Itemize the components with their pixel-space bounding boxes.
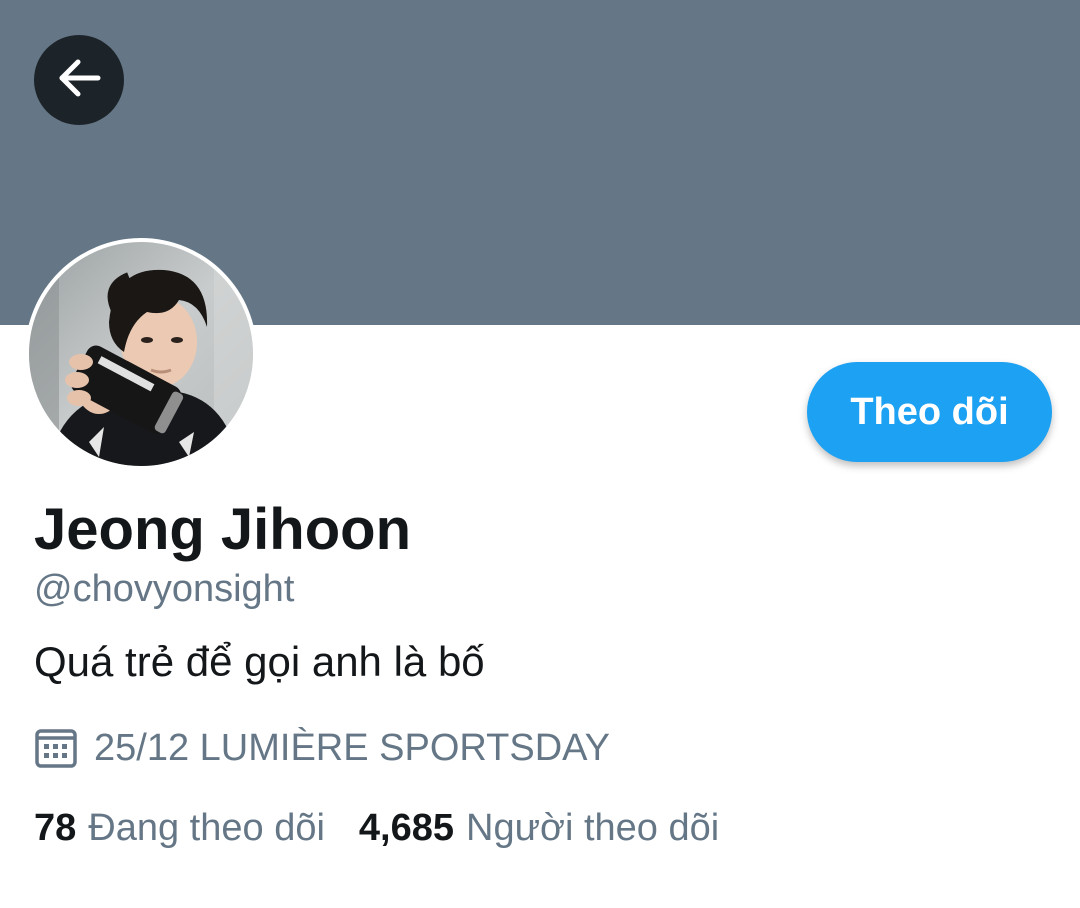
followers-label: Người theo dõi	[466, 807, 720, 849]
follow-stats: 78 Đang theo dõi 4,685 Người theo dõi	[34, 807, 719, 850]
calendar-icon	[34, 726, 80, 770]
followers-count: 4,685	[358, 807, 455, 849]
following-count: 78	[34, 807, 77, 849]
follow-button[interactable]: Theo dõi	[807, 362, 1052, 462]
avatar[interactable]	[29, 242, 253, 466]
profile-meta-text: 25/12 LUMIÈRE SPORTSDAY	[94, 726, 611, 769]
followers-stat[interactable]: 4,685 Người theo dõi	[359, 807, 719, 850]
user-handle: @chovyonsight	[34, 568, 295, 610]
back-button[interactable]	[34, 35, 124, 125]
following-label: Đang theo dõi	[88, 807, 325, 849]
avatar-frame	[25, 238, 257, 470]
profile-page: Theo dõi Jeong Jihoon @chovyonsight Quá …	[0, 0, 1080, 908]
display-name: Jeong Jihoon	[34, 497, 411, 562]
profile-bio: Quá trẻ để gọi anh là bố	[34, 638, 485, 685]
profile-meta: 25/12 LUMIÈRE SPORTSDAY	[34, 726, 610, 770]
arrow-left-icon	[54, 53, 104, 108]
following-stat[interactable]: 78 Đang theo dõi	[34, 807, 325, 850]
